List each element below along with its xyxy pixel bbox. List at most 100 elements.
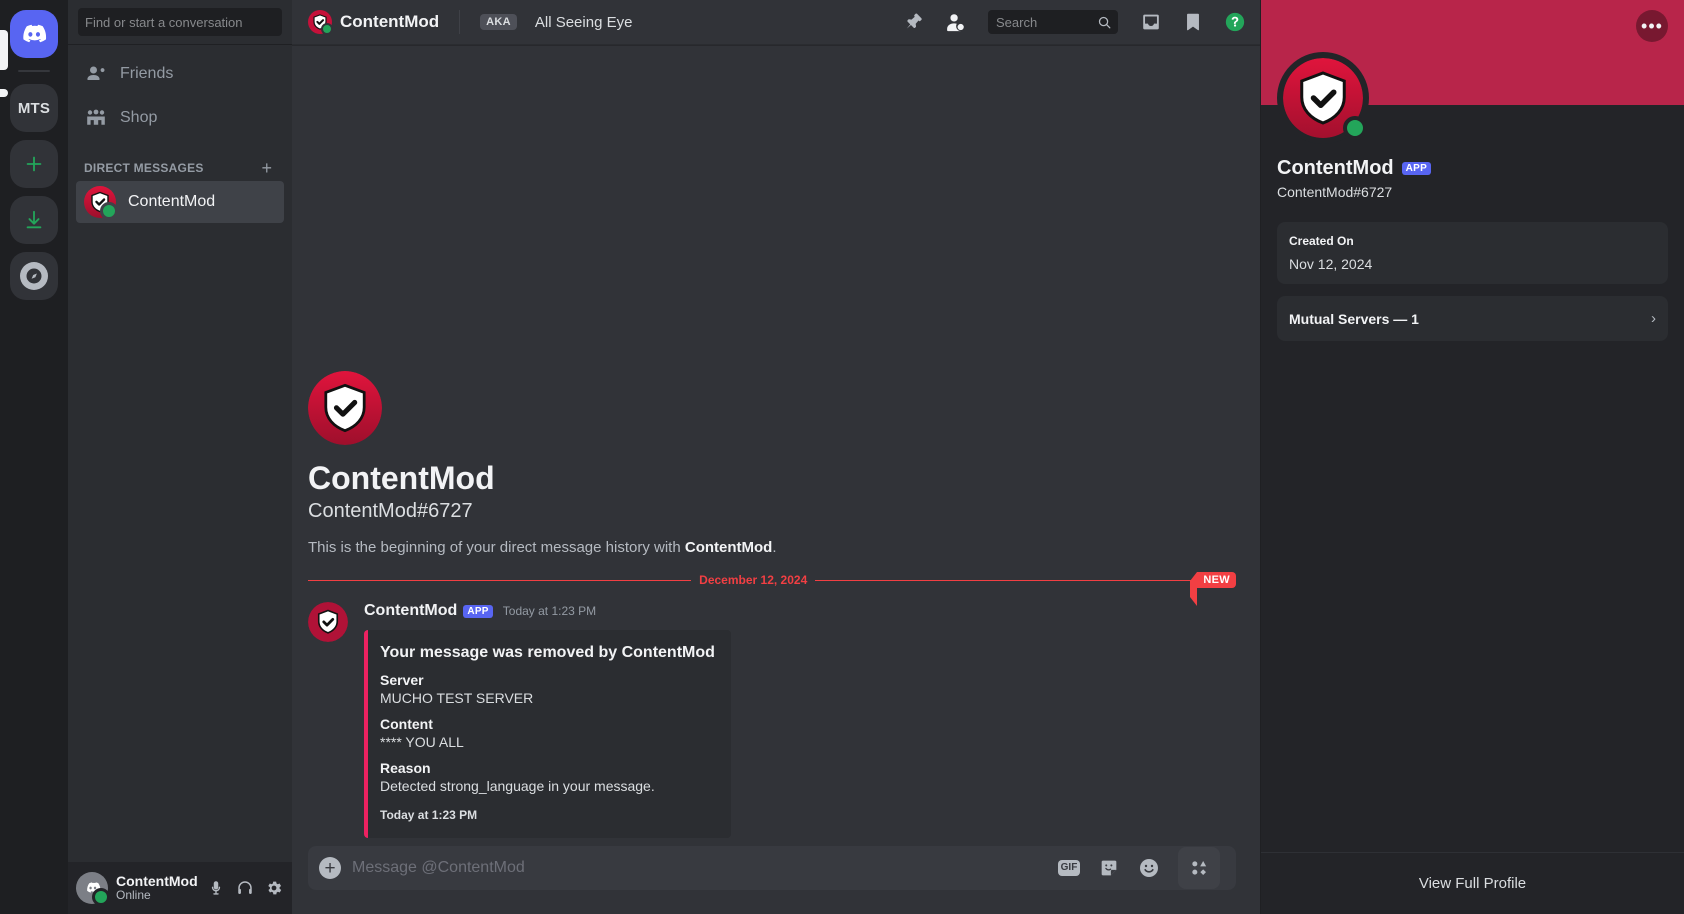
profile-more-button[interactable]: ••• bbox=[1636, 10, 1668, 42]
home-button[interactable] bbox=[10, 10, 58, 58]
search-icon bbox=[1098, 16, 1111, 28]
profile-avatar[interactable] bbox=[1277, 52, 1369, 144]
add-server-button[interactable] bbox=[10, 140, 58, 188]
upload-button[interactable]: + bbox=[308, 846, 352, 890]
profile-status-dot bbox=[1343, 116, 1367, 140]
sidebar-item-friends[interactable]: Friends bbox=[76, 53, 284, 95]
search-input[interactable]: Search bbox=[988, 10, 1118, 34]
gear-icon bbox=[267, 881, 281, 895]
message-embed: Your message was removed by ContentMod S… bbox=[364, 630, 731, 838]
server-rail: MTS bbox=[0, 0, 68, 914]
search-placeholder: Search bbox=[996, 14, 1038, 30]
sidebar-item-shop[interactable]: Shop bbox=[76, 97, 284, 139]
mutual-servers-row[interactable]: Mutual Servers — 1 › bbox=[1277, 296, 1668, 341]
embed-footer: Today at 1:23 PM bbox=[380, 808, 478, 822]
channel-header: ContentMod AKA All Seeing Eye Search bbox=[292, 0, 1260, 45]
embed-field-content: Content **** YOU ALL bbox=[380, 716, 715, 750]
header-divider bbox=[459, 10, 461, 34]
help-icon bbox=[1225, 12, 1245, 32]
emoji-button[interactable] bbox=[1134, 853, 1164, 883]
embed-field-value: **** YOU ALL bbox=[380, 734, 464, 750]
gif-icon: GIF bbox=[1057, 860, 1081, 876]
dm-welcome-block: ContentMod ContentMod#6727 This is the b… bbox=[292, 371, 1252, 556]
date-divider: December 12, 2024 NEW bbox=[308, 572, 1236, 606]
deafen-button[interactable] bbox=[234, 872, 255, 904]
divider-line-left bbox=[308, 579, 692, 581]
message-scrollbar[interactable] bbox=[1252, 45, 1260, 914]
aka-text: All Seeing Eye bbox=[534, 13, 633, 31]
chat-area: ContentMod ContentMod#6727 This is the b… bbox=[292, 45, 1260, 914]
embed-field-reason: Reason Detected strong_language in your … bbox=[380, 760, 715, 794]
sidebar-item-friends-label: Friends bbox=[120, 65, 174, 82]
message-input[interactable]: Message @ContentMod bbox=[352, 848, 1044, 888]
plus-icon bbox=[26, 156, 42, 172]
header-avatar bbox=[308, 10, 333, 35]
gif-button[interactable]: GIF bbox=[1054, 853, 1084, 883]
bookmark-icon bbox=[1187, 13, 1199, 31]
direct-messages-title: DIRECT MESSAGES bbox=[84, 161, 204, 175]
friends-icon bbox=[87, 66, 105, 80]
message-avatar-icon[interactable] bbox=[308, 602, 348, 642]
welcome-description: This is the beginning of your direct mes… bbox=[308, 539, 1236, 556]
embed-field-server: Server MUCHO TEST SERVER bbox=[380, 672, 715, 706]
created-on-value: Nov 12, 2024 bbox=[1289, 256, 1373, 272]
welcome-avatar-icon bbox=[308, 371, 382, 445]
embed-field-name: Content bbox=[380, 716, 433, 732]
explore-servers-button[interactable] bbox=[10, 252, 58, 300]
apps-icon bbox=[1192, 861, 1207, 875]
embed-field-name: Reason bbox=[380, 760, 431, 776]
message-author[interactable]: ContentMod bbox=[364, 602, 457, 620]
discord-logo-icon bbox=[23, 24, 47, 43]
help-button[interactable] bbox=[1221, 8, 1249, 36]
welcome-title: ContentMod bbox=[308, 460, 495, 496]
server-initials: MTS bbox=[17, 99, 51, 117]
find-conversation-input[interactable]: Find or start a conversation bbox=[78, 8, 282, 36]
user-profile-panel: ••• ContentMod APP ContentMod#6727 Creat… bbox=[1260, 0, 1684, 914]
add-friend-icon bbox=[947, 14, 964, 32]
status-dot-online bbox=[100, 202, 118, 220]
embed-title: Your message was removed by ContentMod bbox=[380, 644, 715, 661]
apps-button[interactable] bbox=[1178, 847, 1220, 889]
current-user-info[interactable]: ContentMod Online bbox=[116, 873, 198, 903]
find-conversation-placeholder: Find or start a conversation bbox=[85, 14, 243, 30]
rail-divider bbox=[18, 70, 50, 72]
compass-icon bbox=[20, 262, 48, 290]
user-settings-button[interactable] bbox=[263, 872, 284, 904]
headphones-icon bbox=[238, 881, 252, 894]
current-user-name: ContentMod bbox=[116, 873, 198, 890]
mutual-servers-label: Mutual Servers — 1 bbox=[1289, 310, 1419, 327]
inbox-button[interactable] bbox=[1137, 8, 1165, 36]
compass-glyph bbox=[26, 268, 42, 284]
inbox-icon bbox=[1143, 14, 1159, 30]
download-apps-button[interactable] bbox=[10, 196, 58, 244]
add-friends-button[interactable] bbox=[941, 8, 969, 36]
mute-button[interactable] bbox=[206, 872, 227, 904]
create-dm-button[interactable]: + bbox=[257, 159, 276, 177]
message-header: ContentMod APP Today at 1:23 PM bbox=[364, 602, 1236, 620]
current-user-avatar[interactable] bbox=[76, 872, 110, 906]
direct-messages-section-header: DIRECT MESSAGES + bbox=[76, 141, 284, 181]
message-list: ContentMod ContentMod#6727 This is the b… bbox=[292, 45, 1252, 914]
page-title: ContentMod bbox=[340, 12, 440, 31]
welcome-subtitle: ContentMod#6727 bbox=[308, 500, 473, 522]
composer-container: + Message @ContentMod GIF bbox=[292, 846, 1252, 914]
pinned-messages-button[interactable] bbox=[899, 8, 927, 36]
message-item: ContentMod APP Today at 1:23 PM Your mes… bbox=[292, 588, 1252, 840]
dm-search-container: Find or start a conversation bbox=[68, 0, 292, 45]
saved-messages-button[interactable] bbox=[1179, 8, 1207, 36]
view-full-profile-button[interactable]: View Full Profile bbox=[1261, 852, 1684, 914]
embed-field-value: MUCHO TEST SERVER bbox=[380, 690, 534, 706]
sticker-button[interactable] bbox=[1094, 853, 1124, 883]
dm-item-contentmod[interactable]: ContentMod bbox=[76, 181, 284, 223]
download-icon bbox=[26, 210, 42, 229]
welcome-desc-name: ContentMod bbox=[684, 539, 773, 556]
profile-tag: ContentMod#6727 bbox=[1277, 184, 1393, 200]
created-on-card: Created On Nov 12, 2024 bbox=[1277, 222, 1668, 284]
active-pill-home bbox=[0, 30, 8, 70]
profile-app-badge: APP bbox=[1401, 162, 1432, 175]
profile-name: ContentMod bbox=[1277, 157, 1394, 179]
message-scroller[interactable]: ContentMod ContentMod#6727 This is the b… bbox=[292, 371, 1252, 846]
server-icon-mts[interactable]: MTS bbox=[10, 84, 58, 132]
created-on-label: Created On bbox=[1289, 234, 1354, 248]
plus-icon: + bbox=[319, 857, 341, 879]
